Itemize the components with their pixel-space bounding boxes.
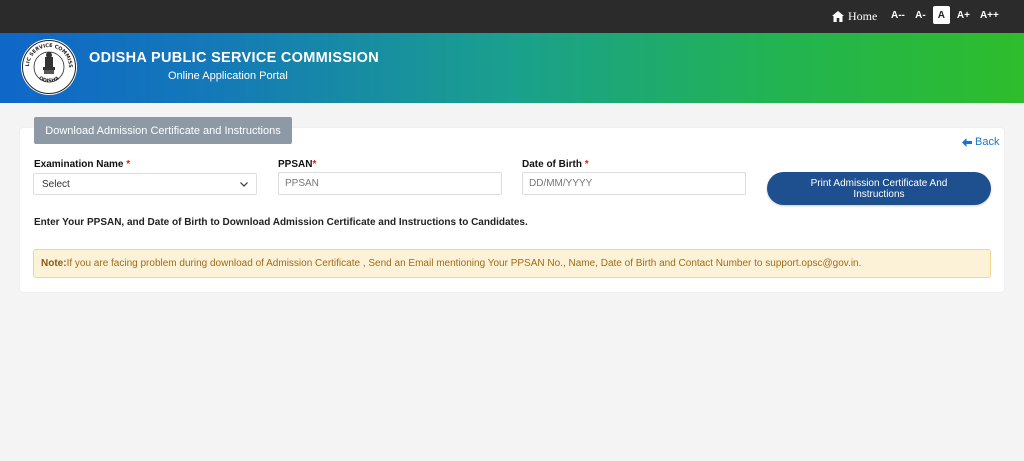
font-size-controls: A-- A- A A+ A++ bbox=[888, 6, 1002, 24]
required-mark: * bbox=[584, 159, 589, 170]
exam-name-label: Examination Name * bbox=[34, 159, 131, 170]
page-subtitle: Online Application Portal bbox=[168, 70, 288, 82]
chevron-down-icon bbox=[240, 181, 248, 187]
back-label: Back bbox=[975, 136, 1000, 148]
home-icon bbox=[832, 10, 844, 22]
font-size-larger-button[interactable]: A+ bbox=[954, 6, 973, 24]
arrow-left-icon bbox=[962, 137, 972, 147]
exam-selected-value: Select bbox=[42, 178, 70, 190]
ppsan-label: PPSAN* bbox=[278, 159, 317, 170]
font-size-largest-button[interactable]: A++ bbox=[977, 6, 1002, 24]
font-size-default-button[interactable]: A bbox=[932, 6, 950, 24]
font-size-smaller-button[interactable]: A- bbox=[912, 6, 929, 24]
site-header: PUBLIC SERVICE COMMISSION ODISHA ODISHA … bbox=[0, 33, 1024, 103]
note-label: Note: bbox=[41, 258, 67, 269]
ppsan-input[interactable] bbox=[278, 172, 502, 195]
print-admission-certificate-button[interactable]: Print Admission Certificate And Instruct… bbox=[767, 172, 991, 205]
font-size-smallest-button[interactable]: A-- bbox=[888, 6, 908, 24]
required-mark: * bbox=[312, 159, 317, 170]
opsc-emblem-logo: PUBLIC SERVICE COMMISSION ODISHA bbox=[20, 38, 77, 95]
required-mark: * bbox=[126, 159, 131, 170]
page-title: ODISHA PUBLIC SERVICE COMMISSION bbox=[89, 50, 379, 66]
top-utility-bar: Home A-- A- A A+ A++ bbox=[0, 0, 1024, 33]
note-alert: Note: If you are facing problem during do… bbox=[33, 249, 991, 278]
dob-input[interactable] bbox=[522, 172, 746, 195]
note-text: If you are facing problem during downloa… bbox=[66, 258, 862, 269]
home-label: Home bbox=[848, 8, 878, 23]
instruction-text: Enter Your PPSAN, and Date of Birth to D… bbox=[34, 217, 528, 228]
exam-name-select[interactable]: Select bbox=[33, 173, 257, 195]
home-link[interactable]: Home bbox=[832, 7, 877, 25]
section-tab-label: Download Admission Certificate and Instr… bbox=[34, 117, 292, 144]
back-link[interactable]: Back bbox=[962, 136, 999, 148]
dob-label: Date of Birth * bbox=[522, 159, 589, 170]
